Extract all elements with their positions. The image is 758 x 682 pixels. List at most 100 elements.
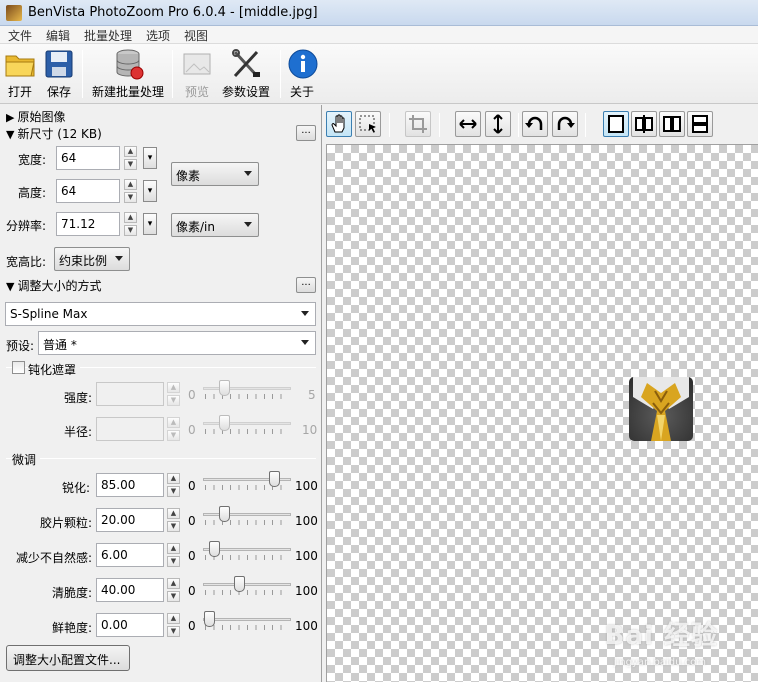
height-spinner[interactable]: ▲ ▼ [124,179,137,203]
open-button[interactable]: 打开 [4,48,36,102]
crispness-min: 0 [188,584,196,598]
resolution-input[interactable]: 71.12 [56,212,120,236]
resolution-unit-select[interactable]: 像素/in [171,213,259,237]
collapse-triangle-icon: ▼ [6,280,15,293]
menu-file[interactable]: 文件 [8,27,32,44]
menu-view[interactable]: 视图 [184,27,208,44]
vividness-min: 0 [188,619,196,633]
rotate-left-button[interactable] [522,111,548,137]
menu-bar: 文件 编辑 批量处理 选项 视图 [0,26,758,44]
unsharp-mask-checkbox[interactable] [12,361,25,374]
resolution-spinner[interactable]: ▲ ▼ [124,212,137,236]
height-dropdown-button[interactable]: ▾ [143,180,157,202]
slider-thumb[interactable] [219,506,231,522]
slider-thumb[interactable] [219,415,231,431]
preview-canvas[interactable]: Bai 经验 jingyan.baidu.com [326,144,758,682]
sharpen-label: 锐化: [62,481,91,495]
artifact-reduction-label: 减少不自然感: [16,551,93,565]
sharpen-spinner[interactable]: ▲ ▼ [167,473,180,497]
preset-select[interactable]: 普通 * [38,331,316,355]
crop-button[interactable] [405,111,431,137]
hand-tool-button[interactable] [326,111,352,137]
menu-edit[interactable]: 编辑 [46,27,70,44]
width-dropdown-button[interactable]: ▾ [143,147,157,169]
split-view-button[interactable] [631,111,657,137]
resize-profiles-button[interactable]: 调整大小配置文件... [6,645,130,671]
film-grain-slider[interactable] [203,505,291,527]
side-by-side-view-button[interactable] [659,111,685,137]
crispness-slider[interactable] [203,575,291,597]
film-grain-label: 胶片颗粒: [40,516,93,530]
strength-max: 5 [308,388,316,402]
width-spinner[interactable]: ▲ ▼ [124,146,137,170]
single-view-button[interactable] [603,111,629,137]
collapse-triangle-icon: ▼ [6,128,15,141]
width-input[interactable]: 64 [56,146,120,170]
strength-min: 0 [188,388,196,402]
slider-thumb[interactable] [268,471,280,487]
crispness-input[interactable]: 40.00 [96,578,164,602]
preview-button[interactable]: 预览 [180,48,214,102]
radius-spinner[interactable]: ▲ ▼ [167,417,180,441]
about-button[interactable]: 关于 [286,48,318,102]
toolbar-separator [439,113,440,137]
strength-spinner[interactable]: ▲ ▼ [167,382,180,406]
artifact-reduction-spinner[interactable]: ▲ ▼ [167,543,180,567]
info-icon [288,49,318,79]
crop-icon [409,115,427,133]
sharpen-slider[interactable] [203,470,291,492]
radius-slider[interactable] [203,414,291,436]
unsharp-mask-label: 钝化遮罩 [28,361,81,378]
menu-options[interactable]: 选项 [146,27,170,44]
toolbar-separator [518,113,519,137]
rotate-right-icon [557,116,575,130]
slider-thumb[interactable] [219,380,231,396]
window-title: BenVista PhotoZoom Pro 6.0.4 - [middle.j… [28,5,318,20]
menu-batch[interactable]: 批量处理 [84,27,132,44]
stacked-view-button[interactable] [687,111,713,137]
height-input[interactable]: 64 [56,179,120,203]
save-button[interactable]: 保存 [42,48,76,102]
vividness-spinner[interactable]: ▲ ▼ [167,613,180,637]
radius-max: 10 [302,423,318,437]
flip-vertical-button[interactable] [485,111,511,137]
radius-input[interactable] [96,417,164,441]
sharpen-input[interactable]: 85.00 [96,473,164,497]
horizontal-arrows-icon [459,119,477,129]
resize-method-more-button[interactable]: ... [296,277,316,293]
new-batch-button[interactable]: 新建批量处理 [88,48,168,102]
artifact-reduction-input[interactable]: 6.00 [96,543,164,567]
chevron-down-icon [115,256,123,261]
slider-thumb[interactable] [208,541,220,557]
watermark-url: jingyan.baidu.com [613,657,706,668]
resize-method-section[interactable]: ▼ 调整大小的方式 [6,277,101,294]
strength-input[interactable] [96,382,164,406]
aspect-ratio-select[interactable]: 约束比例 [54,247,130,271]
new-size-section[interactable]: ▼ 新尺寸 (12 KB) [6,125,102,142]
film-grain-input[interactable]: 20.00 [96,508,164,532]
vertical-arrows-icon [493,114,503,134]
new-size-more-button[interactable]: ... [296,125,316,141]
toolbar-separator [82,50,83,98]
size-unit-select[interactable]: 像素 [171,162,259,186]
crispness-spinner[interactable]: ▲ ▼ [167,578,180,602]
resolution-dropdown-button[interactable]: ▾ [143,213,157,235]
slider-thumb[interactable] [204,611,215,627]
preview-image [629,377,693,441]
strength-slider[interactable] [203,379,291,401]
single-view-icon [608,115,624,133]
artifact-reduction-slider[interactable] [203,540,291,562]
vividness-slider[interactable] [203,610,291,632]
watermark: Bai 经验 [604,621,718,651]
selection-tool-button[interactable] [355,111,381,137]
rotate-left-icon [525,116,543,130]
resize-method-select[interactable]: S-Spline Max [5,302,316,326]
section-divider [6,458,316,459]
film-grain-spinner[interactable]: ▲ ▼ [167,508,180,532]
original-image-section[interactable]: ▶ 原始图像 [6,108,65,125]
slider-thumb[interactable] [234,576,246,592]
settings-button[interactable]: 参数设置 [220,48,272,102]
flip-horizontal-button[interactable] [455,111,481,137]
vividness-input[interactable]: 0.00 [96,613,164,637]
rotate-right-button[interactable] [552,111,578,137]
